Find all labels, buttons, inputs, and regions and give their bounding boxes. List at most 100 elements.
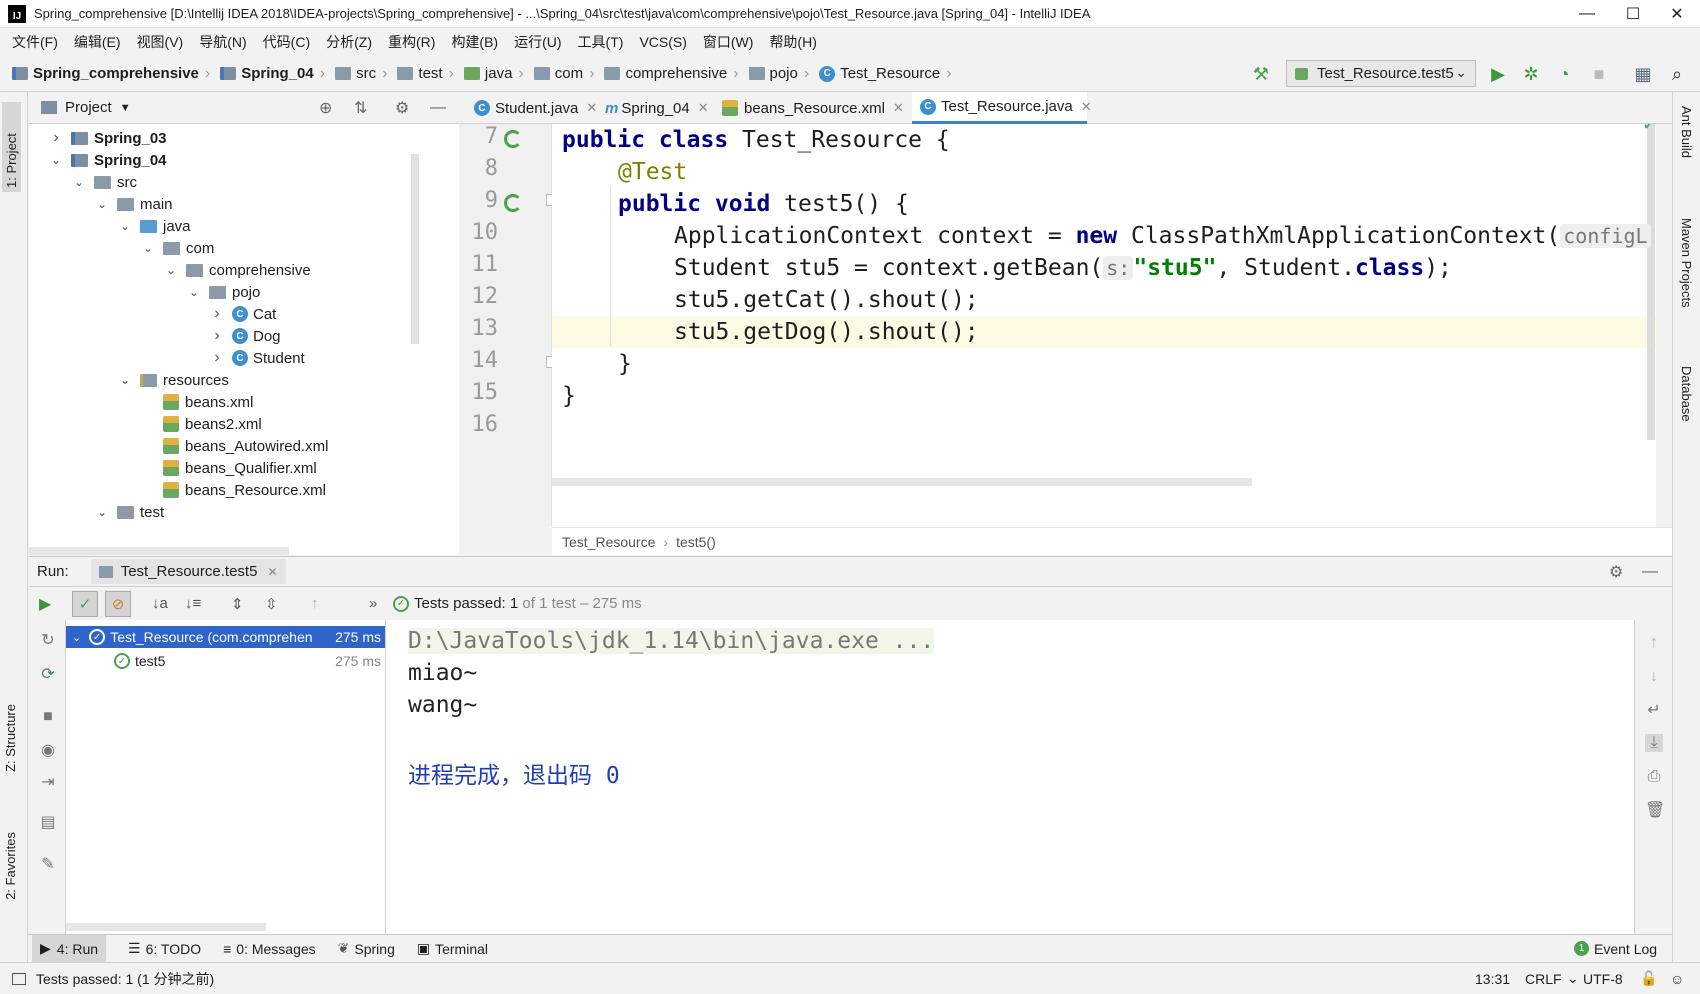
soft-wrap-icon[interactable]: ↵ xyxy=(1645,702,1663,720)
chevron-right-icon[interactable]: › xyxy=(210,327,224,345)
tree-item[interactable]: › C Student xyxy=(210,346,304,370)
pin-icon[interactable]: ✎ xyxy=(39,856,57,874)
menu-build[interactable]: 构建(B) xyxy=(443,32,506,52)
favorites-tool-tab[interactable]: 2: Favorites xyxy=(3,832,18,900)
more-icon[interactable]: » xyxy=(369,595,377,612)
editor-tab-spring04[interactable]: m Spring_04 ✕ xyxy=(597,92,709,124)
tree-item[interactable]: ⌄ com xyxy=(141,236,214,260)
print-icon[interactable]: ⎙ xyxy=(1645,768,1663,786)
project-structure-icon[interactable]: ▦ xyxy=(1632,63,1654,85)
build-hammer-icon[interactable]: ⚒ xyxy=(1250,63,1272,85)
chevron-down-icon[interactable]: ⌄ xyxy=(187,285,201,299)
tree-item[interactable]: › C Dog xyxy=(210,324,280,348)
run-tab[interactable]: Test_Resource.test5 ✕ xyxy=(90,559,286,584)
tree-horizontal-scrollbar[interactable] xyxy=(29,547,289,555)
close-icon[interactable]: ✕ xyxy=(586,100,597,116)
sort-duration-icon[interactable]: ↓≡ xyxy=(185,595,201,612)
run-tool-tab[interactable]: ▶ 4: Run xyxy=(32,935,107,962)
rerun-icon[interactable]: ▶ xyxy=(39,594,51,614)
chevron-down-icon[interactable]: ⌄ xyxy=(118,373,132,387)
tree-item[interactable]: › Spring_03 xyxy=(49,126,166,150)
test-class-row[interactable]: ⌄ ✓ Test_Resource (com.comprehen 275 ms xyxy=(66,626,385,648)
rerun-failed-icon[interactable]: ↻ xyxy=(39,632,57,650)
spring-tool-tab[interactable]: ❦ Spring xyxy=(338,940,395,957)
console-output[interactable]: D:\JavaTools\jdk_1.14\bin\java.exe ... m… xyxy=(386,620,1634,934)
menu-edit[interactable]: 编辑(E) xyxy=(66,32,129,52)
breadcrumb-comprehensive[interactable]: comprehensive › xyxy=(604,65,744,83)
event-log-tab[interactable]: 1 Event Log xyxy=(1574,941,1657,957)
project-tool-tab[interactable]: 1: Project xyxy=(2,102,21,192)
search-icon[interactable]: ⌕ xyxy=(1666,63,1688,85)
todo-tool-tab[interactable]: ☰ 6: TODO xyxy=(128,940,201,957)
tree-item[interactable]: beans2.xml xyxy=(141,412,262,436)
menu-window[interactable]: 窗口(W) xyxy=(695,32,762,52)
run-test-gutter-icon[interactable] xyxy=(504,194,522,212)
run-test-gutter-icon[interactable] xyxy=(504,130,522,148)
tree-item[interactable]: beans_Resource.xml xyxy=(141,478,326,502)
database-tab[interactable]: Database xyxy=(1679,366,1694,422)
close-window-button[interactable]: ✕ xyxy=(1654,0,1700,28)
close-icon[interactable]: ✕ xyxy=(267,565,277,579)
maven-projects-tab[interactable]: Maven Projects xyxy=(1679,218,1694,308)
ant-build-tab[interactable]: Ant Build xyxy=(1679,106,1694,158)
debug-icon[interactable]: ✲ xyxy=(1520,63,1542,85)
layout-icon[interactable]: ▤ xyxy=(39,814,57,832)
show-passed-icon[interactable]: ✓ xyxy=(72,591,98,617)
camera-icon[interactable]: ◉ xyxy=(39,742,57,760)
project-panel-title[interactable]: Project xyxy=(65,99,112,116)
show-ignored-icon[interactable]: ⊘ xyxy=(105,591,131,617)
breadcrumb-com[interactable]: com › xyxy=(533,65,601,83)
breadcrumb-pojo[interactable]: pojo › xyxy=(748,65,816,83)
tree-item[interactable]: beans.xml xyxy=(141,390,253,414)
collapse-all-icon[interactable]: ⇳ xyxy=(265,595,278,613)
minimize-button[interactable]: — xyxy=(1564,0,1610,28)
tree-item[interactable]: ⌄ src xyxy=(72,170,137,194)
tree-scrollbar[interactable] xyxy=(411,154,419,344)
chevron-down-icon[interactable]: ▼ xyxy=(120,102,131,114)
coverage-icon[interactable]: ◔ xyxy=(1553,63,1575,85)
import-icon[interactable]: ⇥ xyxy=(39,774,57,792)
menu-help[interactable]: 帮助(H) xyxy=(761,32,824,52)
menu-file[interactable]: 文件(F) xyxy=(4,32,66,52)
gear-icon[interactable]: ⚙ xyxy=(395,98,409,118)
toggle-auto-test-icon[interactable]: ⟳ xyxy=(39,666,57,684)
tree-item[interactable]: ⌄ pojo xyxy=(187,280,260,304)
collapse-all-icon[interactable]: ⇅ xyxy=(354,98,367,118)
menu-run[interactable]: 运行(U) xyxy=(506,32,569,52)
breadcrumb-project[interactable]: Spring_comprehensive › xyxy=(12,65,216,83)
caret-position[interactable]: 13:31 xyxy=(1475,971,1510,987)
breadcrumb-class[interactable]: C Test_Resource › xyxy=(819,65,957,83)
chevron-down-icon[interactable]: ⌄ xyxy=(95,197,109,211)
editor-tab-test-resource[interactable]: C Test_Resource.java ✕ xyxy=(912,92,1092,124)
run-icon[interactable]: ▶ xyxy=(1487,63,1509,85)
breadcrumb-java[interactable]: java › xyxy=(463,65,530,83)
tree-item[interactable]: ⌄ java xyxy=(118,214,191,238)
gear-icon[interactable]: ⚙ xyxy=(1609,562,1623,582)
menu-refactor[interactable]: 重构(R) xyxy=(380,32,443,52)
inspector-icon[interactable]: ☺ xyxy=(1670,971,1684,987)
trash-icon[interactable]: 🗑 xyxy=(1645,802,1665,820)
tree-scrollbar[interactable] xyxy=(66,923,266,931)
editor-tab-beans-resource[interactable]: beans_Resource.xml ✕ xyxy=(714,92,904,124)
hide-icon[interactable]: — xyxy=(430,99,446,117)
stop-icon[interactable]: ■ xyxy=(1588,63,1610,85)
down-arrow-icon[interactable]: ↓ xyxy=(1645,668,1663,686)
toggle-tool-windows-icon[interactable] xyxy=(12,972,26,985)
terminal-tool-tab[interactable]: ▣ Terminal xyxy=(417,940,488,957)
footer-crumb-class[interactable]: Test_Resource xyxy=(562,534,655,550)
chevron-right-icon[interactable]: › xyxy=(49,129,63,147)
editor-horizontal-scrollbar[interactable] xyxy=(552,478,1252,486)
maximize-button[interactable]: ☐ xyxy=(1610,0,1656,28)
sort-alpha-icon[interactable]: ↓a xyxy=(152,595,168,612)
up-arrow-icon[interactable]: ↑ xyxy=(1645,634,1663,652)
structure-tool-tab[interactable]: Z: Structure xyxy=(3,704,18,772)
chevron-right-icon[interactable]: › xyxy=(210,305,224,323)
menu-vcs[interactable]: VCS(S) xyxy=(631,34,694,50)
tree-item[interactable]: ⌄ main xyxy=(95,192,173,216)
chevron-down-icon[interactable]: ⌄ xyxy=(141,241,155,255)
stop-icon[interactable]: ■ xyxy=(39,708,57,726)
menu-view[interactable]: 视图(V) xyxy=(129,32,192,52)
locate-icon[interactable]: ⊕ xyxy=(319,98,332,118)
breadcrumb-src[interactable]: src › xyxy=(335,65,393,83)
tree-item[interactable]: ⌄ test xyxy=(95,500,164,524)
